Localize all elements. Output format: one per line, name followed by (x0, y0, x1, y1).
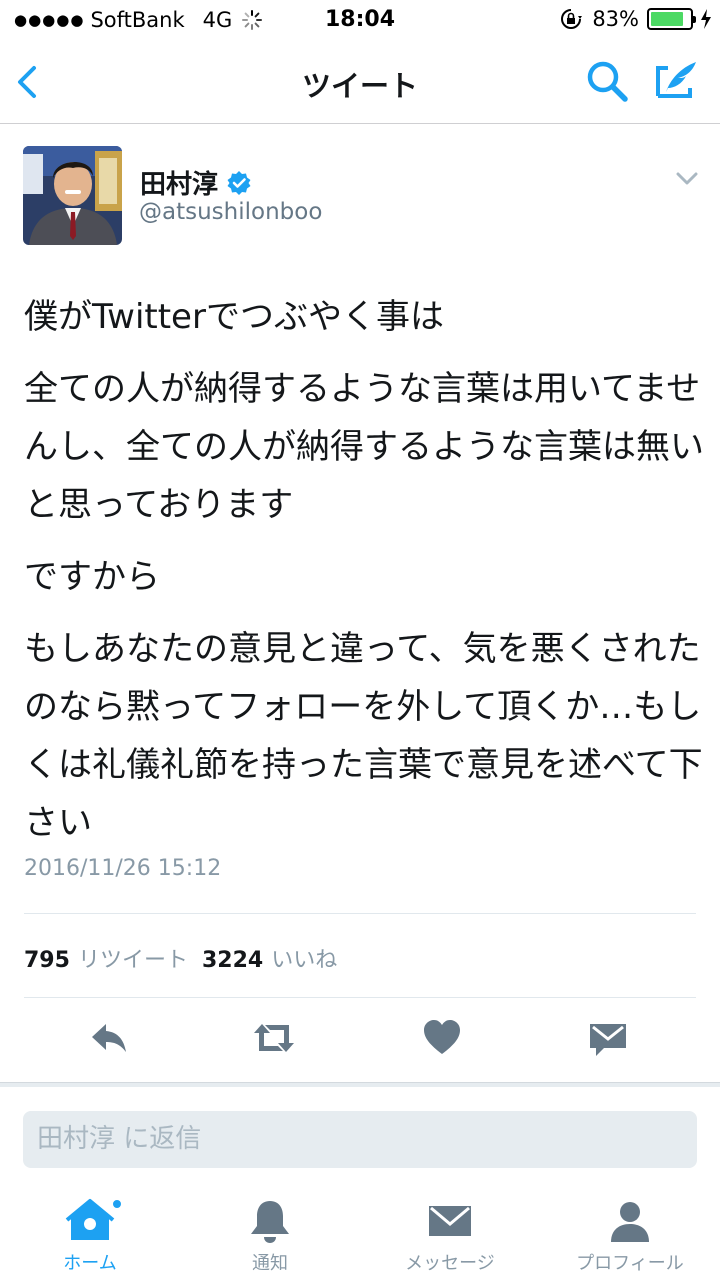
status-bar: ●●●●● SoftBank 4G 18:04 83% (0, 0, 720, 40)
heart-icon[interactable] (420, 1016, 464, 1060)
tab-notifications[interactable]: 通知 (180, 1186, 360, 1280)
charging-bolt-icon (701, 9, 711, 29)
bell-icon (251, 1201, 289, 1243)
author-name-row: 田村淳 (140, 164, 252, 201)
tweet-actions (0, 1016, 720, 1066)
navigation-bar: ツイート (0, 40, 720, 124)
tweet-paragraph: もしあなたの意見と違って、気を悪くされたのなら黙ってフォローを外して頂くか…もし… (24, 629, 703, 843)
rotation-lock-icon (561, 9, 583, 29)
tab-home[interactable]: ホーム (0, 1186, 180, 1280)
battery-icon (647, 8, 696, 30)
tab-messages[interactable]: メッセージ (360, 1186, 540, 1280)
tweet-paragraph: 全ての人が納得するような言葉は用いてませんし、全ての人が納得するような言葉は無い… (24, 369, 704, 525)
search-icon[interactable] (584, 58, 630, 104)
reply-icon[interactable] (86, 1016, 130, 1060)
divider (24, 913, 696, 914)
avatar[interactable] (23, 146, 122, 245)
chevron-down-icon[interactable] (676, 172, 698, 186)
author-name[interactable]: 田村淳 (140, 164, 218, 201)
reply-input[interactable]: 田村淳 に返信 (23, 1111, 697, 1168)
avatar-photo (23, 146, 122, 245)
tweet-stats: 795 リツイート 3224 いいね (24, 942, 351, 974)
like-count-label[interactable]: いいね (271, 948, 337, 973)
tweet-paragraph: 僕がTwitterでつぶやく事は (24, 297, 444, 337)
tab-label: 通知 (252, 1253, 288, 1274)
verified-badge-icon (227, 170, 251, 195)
compose-icon[interactable] (652, 56, 700, 104)
tweet-text: 僕がTwitterでつぶやく事は 全ての人が納得するような言葉は用いてませんし、… (24, 288, 704, 866)
tab-label: プロフィール (576, 1253, 684, 1274)
battery-level (651, 12, 683, 26)
home-icon (65, 1199, 115, 1240)
battery-percent: 83% (592, 7, 639, 31)
new-content-badge (111, 1198, 123, 1210)
tab-label: ホーム (63, 1253, 117, 1274)
retweet-count-label[interactable]: リツイート (78, 948, 188, 973)
tab-profile[interactable]: プロフィール (540, 1186, 720, 1280)
tweet-timestamp: 2016/11/26 15:12 (24, 856, 222, 881)
retweet-count[interactable]: 795 (24, 948, 70, 973)
tab-bar: ホーム 通知 メッセージ プロフィール (0, 1186, 720, 1280)
like-count[interactable]: 3224 (202, 948, 263, 973)
tweet-paragraph: ですから (24, 557, 160, 597)
retweet-icon[interactable] (252, 1016, 296, 1060)
author-handle[interactable]: @atsushilonboo (139, 199, 322, 225)
divider (24, 997, 696, 998)
status-right: 83% (560, 7, 712, 31)
section-divider (0, 1082, 720, 1087)
direct-message-icon[interactable] (586, 1016, 630, 1060)
tab-label: メッセージ (405, 1253, 495, 1274)
person-icon (611, 1202, 649, 1242)
envelope-icon (429, 1206, 471, 1236)
